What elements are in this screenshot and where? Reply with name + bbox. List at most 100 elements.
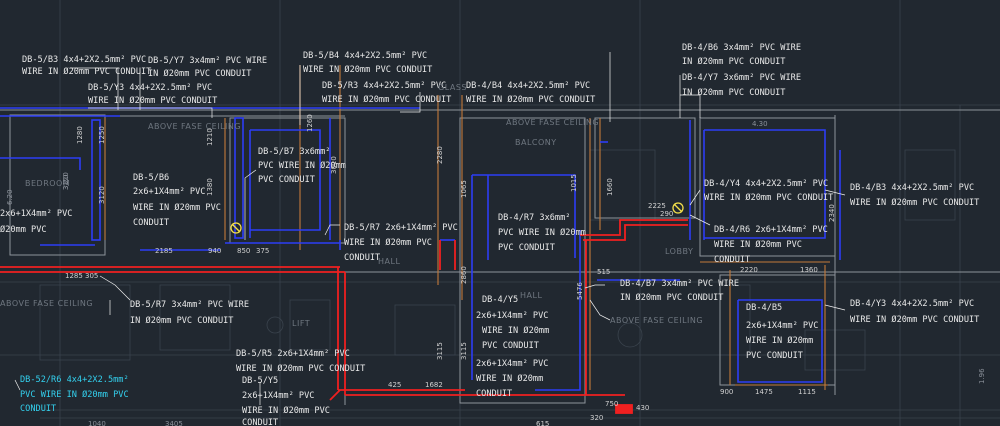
- note-db4-y7-l1: DB-4/Y7 3x6mm² PVC WIRE: [682, 73, 801, 83]
- note-db4-b5-l4: PVC CONDUIT: [746, 351, 803, 361]
- note-db4-y4-l1: DB-4/Y4 4x4+2X2.5mm² PVC: [704, 179, 828, 189]
- note-db4-b6-l2: IN Ø20mm PVC CONDUIT: [682, 56, 785, 67]
- note-db5-r7-l3: CONDUIT: [344, 253, 380, 263]
- note-db5-r7b-l2: IN Ø20mm PVC CONDUIT: [130, 315, 233, 326]
- cad-viewport[interactable]: DB-5/B3 4x4+2X2.5mm² PVC WIRE IN Ø20mm P…: [0, 0, 1000, 426]
- note-db4-b5-l3: WIRE IN Ø20mm: [746, 335, 813, 346]
- note-left-frag-l2: Ø20mm PVC: [0, 224, 47, 235]
- note-db4-b3-l1: DB-4/B3 4x4+2X2.5mm² PVC: [850, 183, 974, 193]
- note-db4-b7-l1: DB-4/B7 3x4mm² PVC WIRE: [620, 279, 739, 289]
- note-db4-r6-l3: CONDUIT: [714, 255, 750, 265]
- room-hall-2: HALL: [520, 291, 542, 300]
- note-db4-y3-l2: WIRE IN Ø20mm PVC CONDUIT: [850, 314, 979, 325]
- room-above-false-ceiling-2: ABOVE FASE CEILING: [506, 118, 599, 127]
- dim-1250: 1250: [98, 126, 106, 144]
- note-db5-y7-l2: IN Ø20mm PVC CONDUIT: [148, 68, 251, 79]
- dim-3405: 3405: [165, 420, 183, 426]
- note-db5-b4-l1: DB-5/B4 4x4+2X2.5mm² PVC: [303, 51, 427, 61]
- note-db5-b3-l2: WIRE IN Ø20mm PVC CONDUIT: [22, 66, 151, 77]
- dim-1360: 1360: [800, 266, 818, 274]
- room-balcony: BALCONY: [515, 138, 557, 147]
- dim-1260: 1260: [306, 114, 314, 132]
- dim-515: 515: [597, 268, 610, 276]
- dim-3115b: 3115: [460, 342, 468, 360]
- note-db4-y5-l7: CONDUIT: [476, 389, 512, 399]
- note-db5-b7-l1: DB-5/B7 3x6mm²: [258, 147, 330, 157]
- room-above-false-ceiling: ABOVE FASE CEILING: [148, 122, 241, 131]
- room-lobby: LOBBY: [665, 247, 693, 256]
- note-db4-b7-l2: IN Ø20mm PVC CONDUIT: [620, 292, 723, 303]
- note-db4-b3-l2: WIRE IN Ø20mm PVC CONDUIT: [850, 197, 979, 208]
- note-db52-r6-l2: PVC WIRE IN Ø20mm PVC: [20, 389, 129, 400]
- note-db4-y5-l2: 2x6+1X4mm² PVC: [476, 311, 548, 321]
- dim-320: 320: [590, 414, 603, 422]
- dim-2340: 2340: [828, 204, 836, 222]
- note-db5-y5-l1: DB-5/Y5: [242, 376, 278, 386]
- note-db4-r6-l1: DB-4/R6 2x6+1X4mm² PVC: [714, 225, 828, 235]
- note-db4-r7-l2: PVC WIRE IN Ø20mm: [498, 227, 586, 238]
- dim-750: 750: [605, 400, 618, 408]
- note-db4-b6-l1: DB-4/B6 3x4mm² PVC WIRE: [682, 43, 801, 53]
- note-db5-b6-l2: 2x6+1X4mm² PVC: [133, 187, 205, 197]
- room-lift: LIFT: [292, 319, 310, 328]
- note-db5-y3-l2: WIRE IN Ø20mm PVC CONDUIT: [88, 95, 217, 106]
- dim-940: 940: [208, 247, 221, 255]
- note-db4-b4-l2: WIRE IN Ø20mm PVC CONDUIT: [466, 94, 595, 105]
- dim-5476: 5476: [576, 282, 584, 300]
- note-db5-r7b-l1: DB-5/R7 3x4mm² PVC WIRE: [130, 300, 249, 310]
- dim-1115: 1115: [798, 388, 816, 396]
- dim-1065: 1065: [460, 180, 468, 198]
- note-db4-r7-l3: PVC CONDUIT: [498, 243, 555, 253]
- note-db5-r5-l2: WIRE IN Ø20mm PVC CONDUIT: [236, 363, 365, 374]
- note-db5-b4-l2: WIRE IN Ø20mm PVC CONDUIT: [303, 64, 432, 75]
- note-db5-r3-l1: DB-5/R3 4x4+2X2.5mm² PVC: [322, 81, 446, 91]
- note-db5-r7-l1: DB-5/R7 2x6+1X4mm² PVC: [344, 223, 458, 233]
- note-db4-y3-l1: DB-4/Y3 4x4+2X2.5mm² PVC: [850, 299, 974, 309]
- note-db52-r6-l1: DB-52/R6 4x4+2X2.5mm²: [20, 375, 129, 385]
- note-db5-y5-l2: 2x6+1X4mm² PVC: [242, 391, 314, 401]
- dim-2220: 2220: [740, 266, 758, 274]
- dim-850: 850: [237, 247, 250, 255]
- dim-900: 900: [720, 388, 733, 396]
- dim-305: 305: [85, 272, 98, 280]
- electrical-layout-drawing: DB-5/B3 4x4+2X2.5mm² PVC WIRE IN Ø20mm P…: [0, 0, 1000, 426]
- note-db52-r6-l3: CONDUIT: [20, 404, 56, 414]
- dim-1210: 1210: [206, 128, 214, 146]
- note-db5-b6-l4: CONDUIT: [133, 218, 169, 228]
- note-db5-y7-l1: DB-5/Y7 3x4mm² PVC WIRE: [148, 56, 267, 66]
- dim-615: 615: [536, 420, 549, 426]
- note-db4-b4-l1: DB-4/B4 4x4+2X2.5mm² PVC: [466, 81, 590, 91]
- dim-1015: 1015: [570, 174, 578, 192]
- dim-1475: 1475: [755, 388, 773, 396]
- note-db4-y5-l6: WIRE IN Ø20mm: [476, 373, 543, 384]
- dim-1380: 1380: [206, 178, 214, 196]
- circuit-notes: DB-5/B3 4x4+2X2.5mm² PVC WIRE IN Ø20mm P…: [0, 43, 979, 426]
- note-db4-r7-l1: DB-4/R7 3x6mm²: [498, 213, 570, 223]
- note-db4-y4-l2: WIRE IN Ø20mm PVC CONDUIT: [704, 192, 833, 203]
- dim-1285: 1285: [65, 272, 83, 280]
- note-left-frag-l1: 2x6+1X4mm² PVC: [0, 209, 72, 219]
- dim-2225: 2225: [648, 202, 666, 210]
- room-glass: GLASS: [438, 83, 467, 92]
- note-db5-y3-l1: DB-5/Y3 4x4+2X2.5mm² PVC: [88, 83, 212, 93]
- note-db5-r5-l1: DB-5/R5 2x6+1X4mm² PVC: [236, 349, 350, 359]
- note-db5-b7-l3: PVC CONDUIT: [258, 175, 315, 185]
- note-db4-y5-l5: 2x6+1X4mm² PVC: [476, 359, 548, 369]
- note-db4-r6-l2: WIRE IN Ø20mm PVC: [714, 239, 802, 250]
- note-db4-b5-l2: 2x6+1X4mm² PVC: [746, 321, 818, 331]
- note-db4-b5-l1: DB-4/B5: [746, 303, 782, 313]
- dim-6-20: 6.20: [6, 189, 14, 205]
- dim-1660: 1660: [606, 178, 614, 196]
- dim-4-30: 4.30: [752, 120, 768, 128]
- dim-1682: 1682: [425, 381, 443, 389]
- note-db5-y5-l4: CONDUIT: [242, 418, 278, 426]
- dim-2280: 2280: [436, 146, 444, 164]
- note-db4-y5-l4: PVC CONDUIT: [482, 341, 539, 351]
- note-db4-y7-l2: IN Ø20mm PVC CONDUIT: [682, 87, 785, 98]
- note-db5-b6-l3: WIRE IN Ø20mm PVC: [133, 202, 221, 213]
- dim-1-96: 1.96: [978, 368, 986, 384]
- dim-375: 375: [256, 247, 269, 255]
- note-db5-r7-l2: WIRE IN Ø20mm PVC: [344, 237, 432, 248]
- dim-1040: 1040: [88, 420, 106, 426]
- dim-290: 290: [660, 210, 673, 218]
